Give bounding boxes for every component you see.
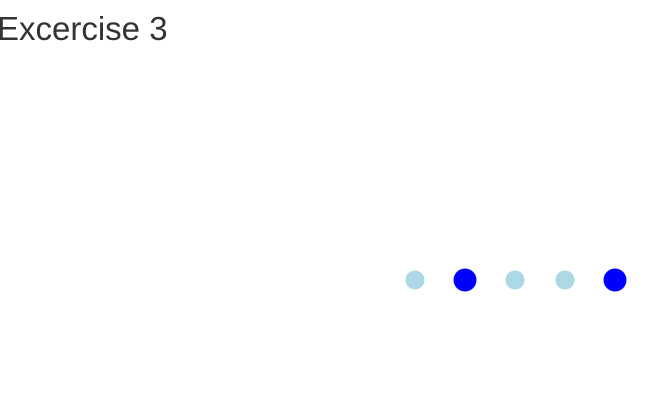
dot-4[interactable] bbox=[555, 270, 575, 290]
dot-canvas bbox=[405, 268, 627, 292]
dot-3[interactable] bbox=[505, 270, 525, 290]
dot-1[interactable] bbox=[405, 270, 425, 290]
dot-2[interactable] bbox=[453, 268, 477, 292]
dot-5[interactable] bbox=[603, 268, 627, 292]
